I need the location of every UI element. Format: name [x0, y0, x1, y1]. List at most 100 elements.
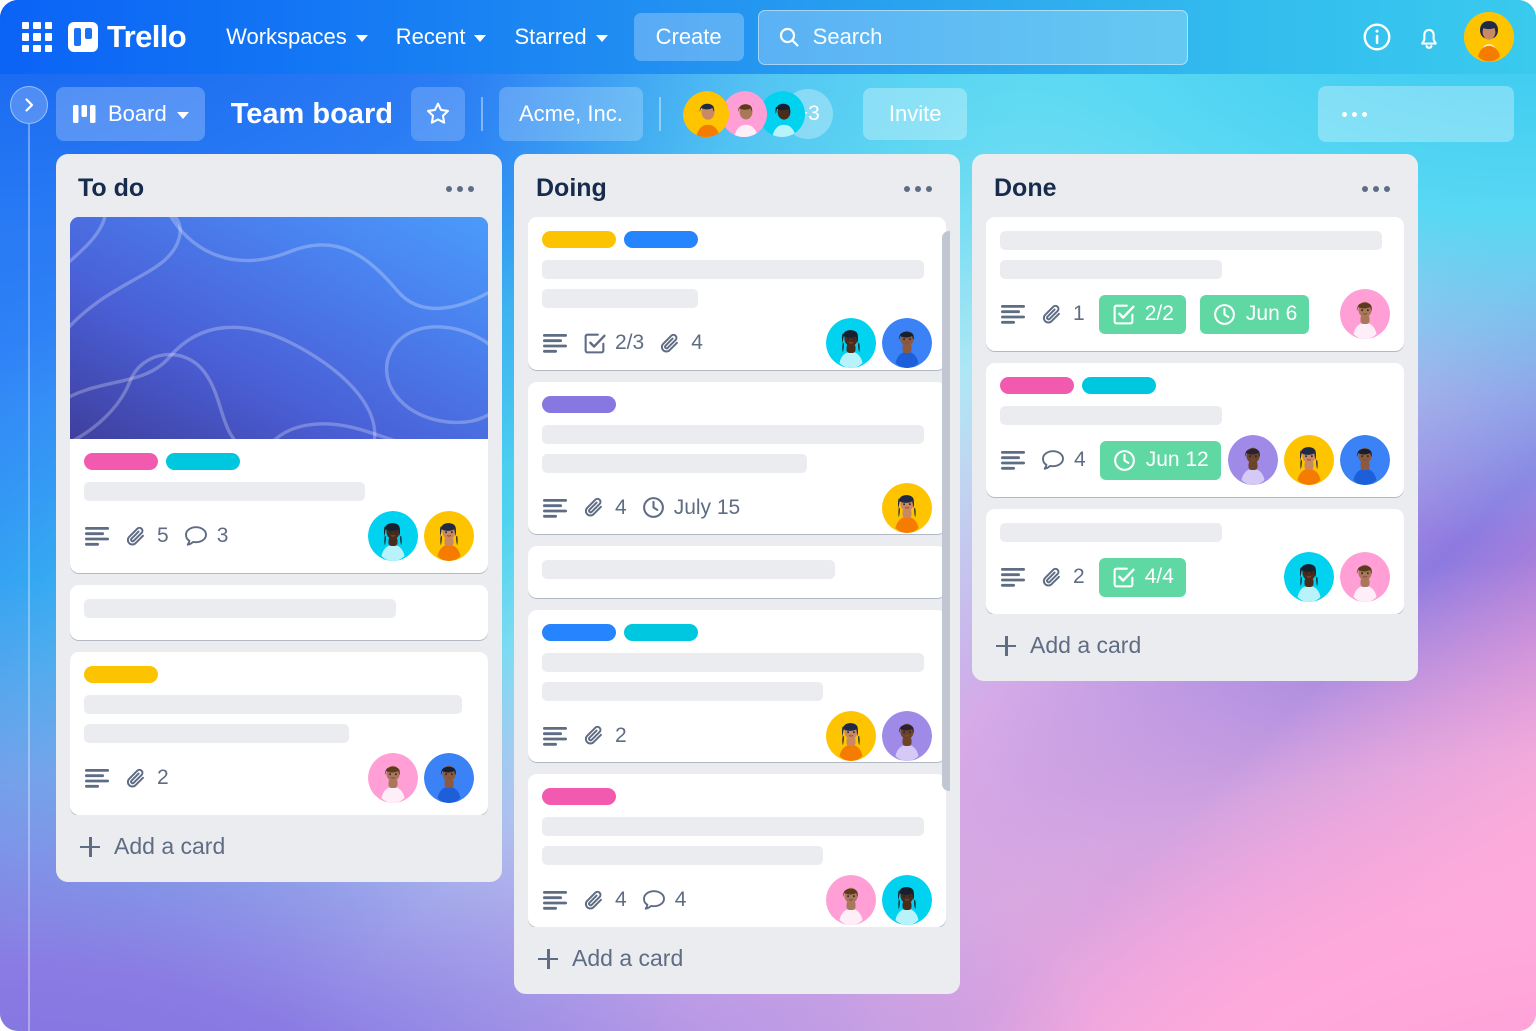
list-title[interactable]: To do [78, 174, 144, 203]
card-badge-description[interactable] [84, 767, 110, 789]
card-label-blue[interactable] [624, 231, 698, 248]
card-label-yellow[interactable] [542, 231, 616, 248]
card-badge-attachment[interactable]: 2 [124, 766, 169, 791]
card-badge-due-date-complete[interactable]: Jun 6 [1199, 294, 1310, 334]
board-card[interactable]: 5 3 [70, 217, 488, 573]
card-member-avatar[interactable] [424, 511, 474, 561]
list-menu-button[interactable] [1356, 180, 1396, 198]
create-button[interactable]: Create [633, 13, 744, 61]
grid-apps-icon[interactable] [22, 22, 52, 52]
card-badge-checklist-complete[interactable]: 4/4 [1098, 557, 1186, 597]
card-badge-due-date[interactable]: July 15 [641, 495, 740, 520]
board-card[interactable]: 4 Jun 12 [986, 363, 1404, 497]
card-member-avatar[interactable] [1284, 552, 1334, 602]
card-badge-checklist-complete[interactable]: 2/2 [1098, 294, 1186, 334]
card-badge-description[interactable] [1000, 566, 1026, 588]
card-badge-attachment[interactable]: 4 [658, 331, 703, 356]
card-badge-comment[interactable]: 3 [183, 524, 228, 548]
card-member-avatar[interactable] [1340, 289, 1390, 339]
card-badge-description[interactable] [84, 525, 110, 547]
board-card[interactable]: 4 4 [528, 774, 946, 927]
card-badge-description[interactable] [1000, 303, 1026, 325]
card-badge-comment[interactable]: 4 [641, 888, 686, 912]
invite-button[interactable]: Invite [862, 88, 968, 140]
account-avatar[interactable] [1464, 12, 1514, 62]
card-member-avatar[interactable] [826, 875, 876, 926]
board-view-switcher[interactable]: Board [56, 87, 205, 141]
board-card[interactable]: 2 [528, 609, 946, 763]
card-badge-attachment[interactable]: 1 [1040, 302, 1085, 327]
card-member-avatar[interactable] [826, 318, 876, 368]
card-member-avatar[interactable] [826, 710, 876, 761]
card-member-avatar[interactable] [368, 753, 418, 803]
nav-menu-workspaces[interactable]: Workspaces [212, 16, 382, 58]
card-member-avatar[interactable] [1340, 552, 1390, 602]
card-member-avatar[interactable] [882, 482, 932, 533]
board-card[interactable] [528, 546, 946, 598]
nav-menu-starred-label: Starred [514, 24, 587, 49]
trello-logo[interactable]: Trello [68, 19, 187, 55]
card-member-avatar[interactable] [424, 753, 474, 803]
card-label-pink[interactable] [84, 453, 158, 470]
sidebar-expand-button[interactable] [10, 86, 48, 124]
card-label-purple[interactable] [542, 395, 616, 413]
card-badge-description[interactable] [1000, 449, 1026, 471]
card-badge-description[interactable] [542, 725, 568, 747]
list-title[interactable]: Done [994, 174, 1057, 203]
add-a-card-button[interactable]: Add a card [66, 815, 492, 874]
board-view-label: Board [108, 101, 167, 126]
add-a-card-button[interactable]: Add a card [524, 927, 950, 986]
board-title[interactable]: Team board [231, 98, 393, 131]
card-label-pink[interactable] [1000, 377, 1074, 394]
board-card[interactable]: 2 4/4 [986, 509, 1404, 614]
board-card[interactable]: 1 2/2 Jun 6 [986, 217, 1404, 351]
card-badge-comment[interactable]: 4 [1040, 448, 1086, 472]
list-menu-button[interactable] [898, 180, 938, 198]
member-avatar-yellow[interactable] [681, 89, 731, 139]
card-label-yellow[interactable] [84, 666, 158, 683]
card-label-cyan[interactable] [166, 453, 240, 470]
info-circle-icon[interactable] [1360, 20, 1394, 54]
board-card[interactable] [70, 585, 488, 640]
card-label-blue[interactable] [542, 623, 616, 641]
card-badge-attachment[interactable]: 4 [582, 495, 627, 520]
add-a-card-label: Add a card [114, 833, 226, 859]
board-card[interactable]: 2 [70, 652, 488, 815]
list-menu-button[interactable] [440, 180, 480, 198]
card-member-avatar[interactable] [882, 710, 932, 761]
card-members [826, 318, 932, 368]
card-title-placeholder [542, 817, 925, 837]
card-badge-attachment[interactable]: 5 [124, 524, 169, 549]
board-card[interactable]: 2/3 4 [528, 217, 946, 370]
card-badge-description[interactable] [542, 889, 568, 911]
card-member-avatar[interactable] [1284, 435, 1334, 485]
card-member-avatar[interactable] [1228, 435, 1278, 485]
board-card[interactable]: 4 July 15 [528, 381, 946, 535]
card-label-pink[interactable] [542, 788, 616, 806]
card-label-cyan[interactable] [1082, 377, 1156, 394]
star-board-button[interactable] [410, 87, 465, 141]
card-member-avatar[interactable] [1340, 435, 1390, 485]
card-member-avatar[interactable] [882, 875, 932, 926]
add-a-card-button[interactable]: Add a card [982, 614, 1408, 673]
card-member-avatar[interactable] [368, 511, 418, 561]
list-scrollbar-thumb[interactable] [942, 231, 950, 791]
list-title[interactable]: Doing [536, 174, 607, 203]
card-label-cyan[interactable] [624, 623, 698, 641]
nav-menu-recent[interactable]: Recent [382, 16, 501, 58]
nav-menu-starred[interactable]: Starred [500, 16, 621, 58]
card-badge-description[interactable] [542, 497, 568, 519]
card-badge-attachment[interactable]: 4 [582, 888, 627, 913]
search-input[interactable]: Search [757, 9, 1188, 65]
board-overflow-menu-button[interactable] [1318, 86, 1514, 142]
card-badge-description[interactable] [542, 332, 568, 354]
card-badge-checklist[interactable]: 2/3 [582, 331, 644, 356]
card-badge-due-date-complete[interactable]: Jun 12 [1099, 440, 1221, 480]
card-member-avatar[interactable] [882, 318, 932, 368]
notification-bell-icon[interactable] [1412, 20, 1446, 54]
card-badge-attachment[interactable]: 2 [582, 723, 627, 748]
paperclip-icon [584, 498, 602, 517]
workspace-name-button[interactable]: Acme, Inc. [498, 87, 643, 141]
card-badge-attachment[interactable]: 2 [1040, 565, 1085, 590]
list-scrollbar[interactable] [942, 217, 950, 927]
